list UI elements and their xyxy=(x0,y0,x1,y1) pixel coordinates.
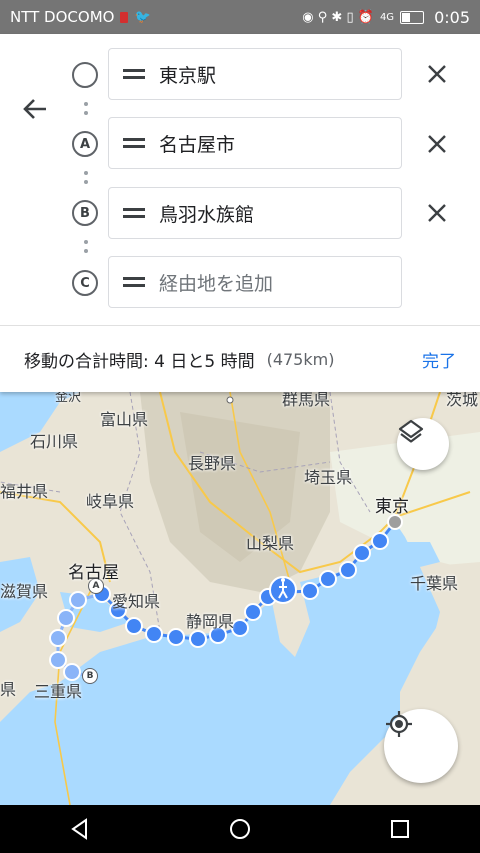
my-location-icon xyxy=(386,711,412,737)
map-label-kanazawa: 金沢 xyxy=(55,392,82,405)
map-label-aichi: 愛知県 xyxy=(112,592,161,611)
map-label-gifu: 岐阜県 xyxy=(86,492,135,511)
map-label-saitama: 埼玉県 xyxy=(304,468,353,487)
signal-icon: ◉ ⚲ ✱ ▯ ⏰ xyxy=(302,9,374,25)
total-duration: 移動の合計時間: 4 日と5 時間 xyxy=(24,351,255,372)
origin-text: 東京駅 xyxy=(159,64,217,87)
battery-icon xyxy=(400,10,425,24)
origin-field[interactable]: 東京駅 xyxy=(108,48,402,100)
total-distance: (475km) xyxy=(266,349,335,369)
waypoint-b-marker-icon: B xyxy=(72,200,98,226)
waypoint-b-text: 鳥羽水族館 xyxy=(159,203,255,226)
waypoint-c-marker-icon: C xyxy=(72,270,98,296)
connector-dots xyxy=(84,102,88,120)
twitter-icon: 🐦 xyxy=(134,9,151,25)
connector-dots xyxy=(84,171,88,189)
map-label-fukui: 福井県 xyxy=(0,482,49,501)
connector-dots xyxy=(84,240,88,258)
map-label-toyama: 富山県 xyxy=(100,410,149,429)
origin-marker-icon xyxy=(72,62,98,88)
layers-icon xyxy=(398,419,424,443)
map-label-tokyo: 東京 xyxy=(375,497,409,517)
map-label-shiga: 滋賀県 xyxy=(0,582,49,601)
system-nav-bar xyxy=(0,805,480,853)
map-label-mie: 三重県 xyxy=(34,682,83,701)
nav-home-icon[interactable] xyxy=(228,817,252,841)
carrier-name: NTT DOCOMO xyxy=(10,8,115,26)
map-label-shizuoka: 静岡県 xyxy=(186,612,235,631)
map-label-chiba: 千葉県 xyxy=(410,574,459,593)
add-stop-placeholder: 経由地を追加 xyxy=(159,272,274,295)
map-view[interactable]: A B 金沢 富山県 石川県 福井県 岐阜県 長野県 群馬県 茨城 埼玉県 山梨… xyxy=(0,392,480,805)
waypoint-a-marker-icon: A xyxy=(72,131,98,157)
map-marker-b-icon[interactable]: B xyxy=(82,668,98,684)
remove-origin-icon[interactable] xyxy=(424,61,450,87)
waypoint-b-field[interactable]: 鳥羽水族館 xyxy=(108,187,402,239)
directions-panel: 東京駅 A 名古屋市 B 鳥羽水族館 C 経由地を追加 移動の合計時間: 4 日… xyxy=(0,34,480,392)
origin-pin-icon xyxy=(387,514,403,530)
map-label-ibaraki: 茨城 xyxy=(446,392,479,409)
waypoint-a-text: 名古屋市 xyxy=(159,133,236,156)
map-label-ken: 県 xyxy=(0,680,17,699)
my-location-button[interactable] xyxy=(384,709,458,783)
network-type: 4G xyxy=(379,11,395,23)
nav-recents-icon[interactable] xyxy=(388,817,412,841)
map-label-gunma: 群馬県 xyxy=(282,392,331,409)
back-arrow-icon[interactable] xyxy=(20,94,50,124)
notification-pin-icon xyxy=(120,11,129,23)
add-stop-field[interactable]: 経由地を追加 xyxy=(108,256,402,308)
status-bar: NTT DOCOMO 🐦 ◉ ⚲ ✱ ▯ ⏰ 4G 0:05 xyxy=(0,0,480,34)
map-label-nagoya: 名古屋 xyxy=(68,563,119,583)
map-label-nagano: 長野県 xyxy=(188,454,237,473)
waypoint-a-field[interactable]: 名古屋市 xyxy=(108,117,402,169)
map-label-ishikawa: 石川県 xyxy=(30,432,79,451)
clock: 0:05 xyxy=(434,7,470,27)
done-button[interactable]: 完了 xyxy=(422,347,456,372)
layers-button[interactable] xyxy=(397,418,449,470)
remove-waypoint-b-icon[interactable] xyxy=(424,200,450,226)
drag-handle-icon[interactable] xyxy=(123,69,145,79)
drag-handle-icon[interactable] xyxy=(123,138,145,148)
drag-handle-icon[interactable] xyxy=(123,208,145,218)
remove-waypoint-a-icon[interactable] xyxy=(424,131,450,157)
nav-back-icon[interactable] xyxy=(68,817,92,841)
map-label-yamanashi: 山梨県 xyxy=(246,534,295,553)
drag-handle-icon[interactable] xyxy=(123,277,145,287)
trip-summary: 移動の合計時間: 4 日と5 時間 (475km) 完了 xyxy=(0,325,480,392)
